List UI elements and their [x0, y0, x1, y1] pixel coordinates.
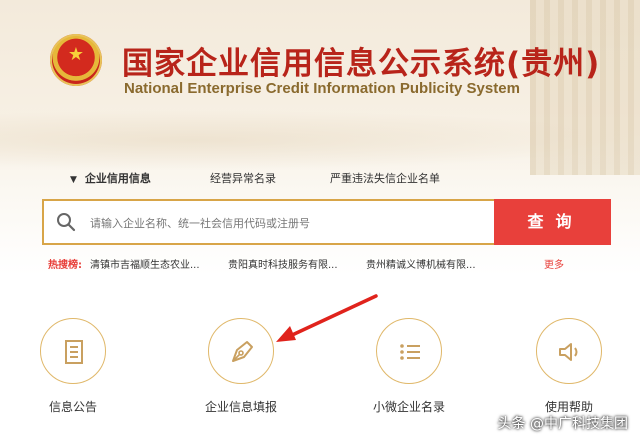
red-pointer-arrow-icon — [276, 294, 378, 342]
search-box — [42, 199, 494, 245]
small-micro-enterprise-list-label[interactable]: 小微企业名录 — [349, 398, 469, 415]
tab-enterprise-credit-info[interactable]: ▼ 企业信用信息 — [70, 170, 151, 186]
tab-abnormal-operation-list[interactable]: 经营异常名录 — [210, 170, 276, 186]
usage-help-button[interactable] — [536, 318, 602, 384]
hot-search-item[interactable]: 清镇市吉福顺生态农业... — [90, 256, 200, 271]
tab-serious-violation-list[interactable]: 严重违法失信企业名单 — [330, 170, 440, 186]
banner-monument-decoration — [530, 0, 640, 175]
pen-nib-icon — [232, 341, 253, 362]
national-emblem-icon: ★ — [50, 34, 102, 86]
hot-search-bar: 热搜榜: 清镇市吉福顺生态农业... 贵阳真时科技服务有限... 贵州精诚义博机… — [48, 256, 608, 271]
watermark: 头条 @中广科技集团 — [497, 416, 628, 432]
page-subtitle: National Enterprise Credit Information P… — [124, 80, 520, 97]
enterprise-info-filing-button[interactable] — [208, 318, 274, 384]
more-link[interactable]: 更多 — [544, 256, 564, 271]
hot-search-item[interactable]: 贵阳真时科技服务有限... — [228, 256, 338, 271]
info-announcement-label[interactable]: 信息公告 — [13, 398, 133, 415]
speaker-icon — [559, 343, 578, 361]
info-announcement-button[interactable] — [40, 318, 106, 384]
search-bar: 查询 — [42, 199, 611, 245]
search-button[interactable]: 查询 — [494, 199, 611, 245]
hot-search-label: 热搜榜: — [48, 260, 82, 271]
document-icon — [65, 340, 83, 364]
search-category-tabs: ▼ 企业信用信息 经营异常名录 严重违法失信企业名单 — [0, 170, 640, 186]
small-micro-enterprise-list-button[interactable] — [376, 318, 442, 384]
list-icon — [400, 344, 420, 360]
triangle-down-icon: ▼ — [70, 175, 77, 185]
search-icon — [57, 213, 76, 232]
hot-search-item[interactable]: 贵州精诚义博机械有限... — [366, 256, 476, 271]
page-title: 国家企业信用信息公示系统(贵州) — [122, 46, 601, 82]
search-input[interactable] — [88, 201, 492, 245]
enterprise-info-filing-label[interactable]: 企业信息填报 — [181, 398, 301, 415]
